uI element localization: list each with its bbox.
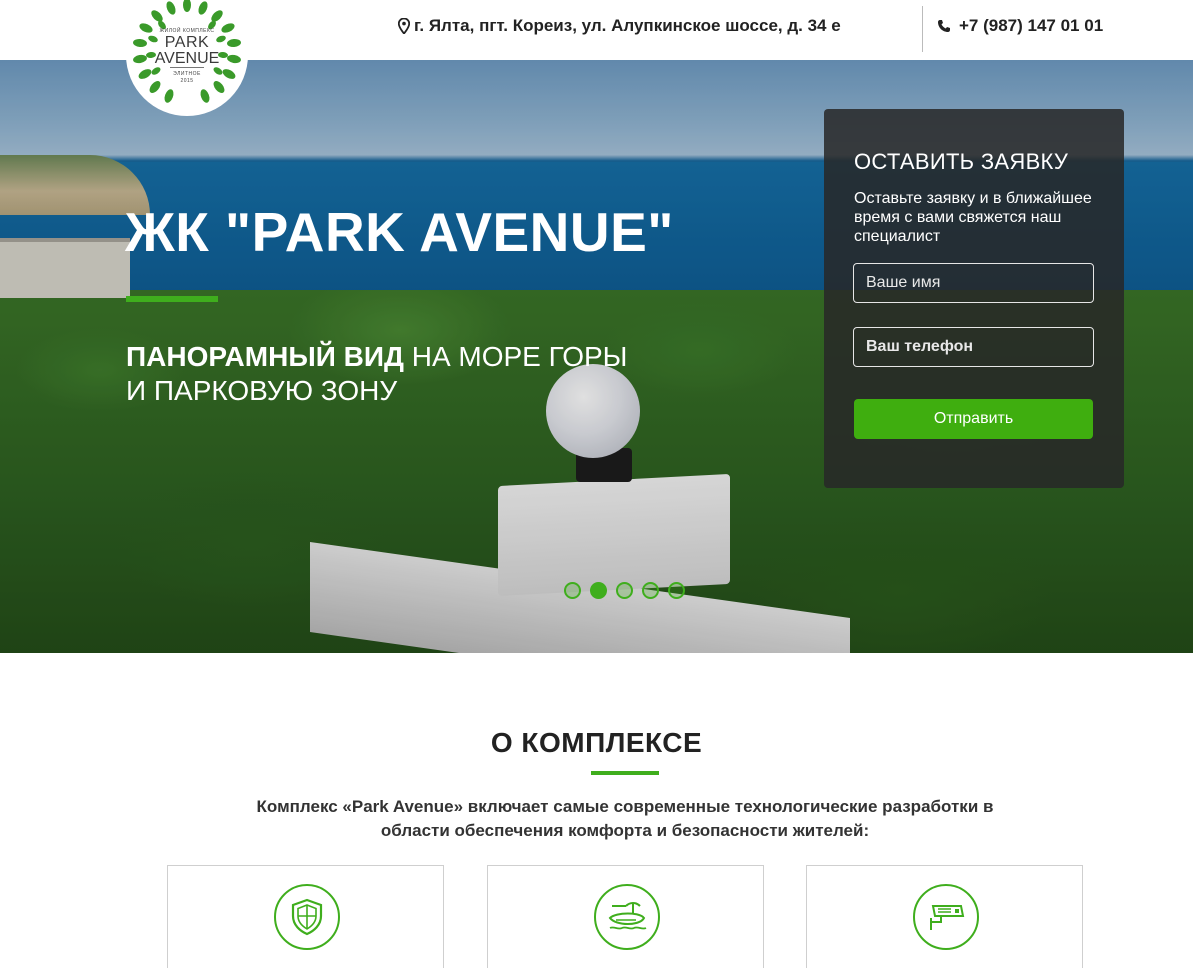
- about-title-underline: [591, 771, 659, 775]
- name-input[interactable]: [853, 263, 1094, 303]
- map-marker-icon: [398, 18, 410, 34]
- phone-input[interactable]: [853, 327, 1094, 367]
- phone-icon: [938, 20, 950, 32]
- address-text: г. Ялта, пгт. Кореиз, ул. Алупкинское шо…: [414, 16, 841, 35]
- about-description: Комплекс «Park Avenue» включает самые со…: [256, 797, 994, 840]
- logo-divider: [170, 67, 204, 68]
- header-address: г. Ялта, пгт. Кореиз, ул. Алупкинское шо…: [398, 16, 841, 36]
- submit-button[interactable]: Отправить: [854, 399, 1093, 439]
- request-form: ОСТАВИТЬ ЗАЯВКУ Оставьте заявку и в ближ…: [824, 109, 1124, 488]
- header-divider: [922, 6, 923, 52]
- pool-icon: [594, 884, 660, 950]
- logo-year-text: 2015: [180, 78, 194, 84]
- slider-dot[interactable]: [616, 582, 633, 599]
- slider-dot[interactable]: [642, 582, 659, 599]
- logo-name-line2: AVENUE: [154, 50, 220, 67]
- phone-text[interactable]: +7 (987) 147 01 01: [959, 16, 1103, 36]
- hero-title: ЖК "PARK AVENUE": [125, 201, 674, 263]
- about-title: О КОМПЛЕКСЕ: [490, 727, 703, 758]
- shield-icon: [274, 884, 340, 950]
- hero-subtitle-line2: И ПАРКОВУЮ ЗОНУ: [126, 375, 398, 406]
- feature-card-pool: [487, 865, 764, 968]
- slider-dot[interactable]: [668, 582, 685, 599]
- site-logo[interactable]: ЖИЛОЙ КОМПЛЕКС PARK AVENUE ЭЛИТНОЕ 2015: [126, 0, 248, 116]
- logo-bottom-text: ЭЛИТНОЕ: [173, 71, 201, 77]
- cctv-camera-icon: [913, 884, 979, 950]
- slider-dots: [564, 582, 685, 599]
- hero-subtitle-rest: НА МОРЕ ГОРЫ: [403, 341, 628, 372]
- feature-card-security: [167, 865, 444, 968]
- form-description: Оставьте заявку и в ближайшее время с ва…: [854, 190, 1092, 245]
- form-title: ОСТАВИТЬ ЗАЯВКУ: [854, 149, 1069, 174]
- slider-dot-active[interactable]: [590, 582, 607, 599]
- hero-subtitle-bold: ПАНОРАМНЫЙ ВИД: [126, 341, 404, 372]
- header-phone[interactable]: +7 (987) 147 01 01: [937, 16, 1103, 36]
- slider-dot[interactable]: [564, 582, 581, 599]
- feature-card-video-surveillance: [806, 865, 1083, 968]
- hero-title-underline: [126, 296, 218, 302]
- hero-subtitle: ПАНОРАМНЫЙ ВИД НА МОРЕ ГОРЫ И ПАРКОВУЮ З…: [126, 340, 627, 408]
- logo-name-line1: PARK: [164, 34, 210, 51]
